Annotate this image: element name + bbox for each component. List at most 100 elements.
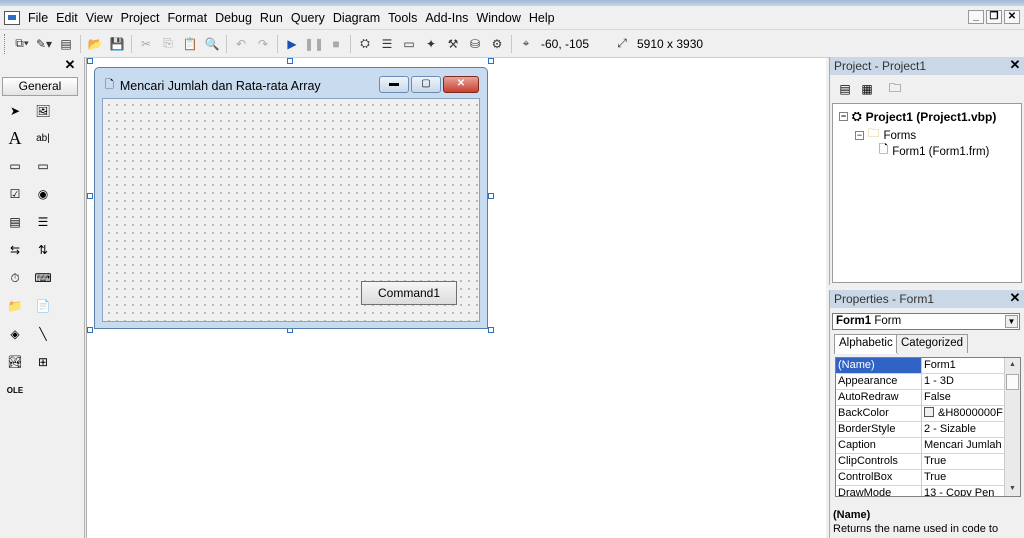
commandbutton-icon[interactable]: ▭ bbox=[32, 155, 54, 177]
properties-panel-close-icon[interactable]: ✕ bbox=[1008, 291, 1022, 305]
app-icon[interactable] bbox=[4, 10, 20, 25]
menu-window[interactable]: Window bbox=[472, 7, 524, 29]
menu-run[interactable]: Run bbox=[256, 7, 287, 29]
property-row[interactable]: ControlBox True bbox=[836, 470, 1006, 486]
object-browser-icon[interactable]: ✦ bbox=[420, 34, 442, 54]
object-selector[interactable]: Form1 Form ▼ bbox=[832, 313, 1020, 330]
scroll-down-icon[interactable]: ▼ bbox=[1005, 482, 1020, 496]
minimize-icon[interactable]: _ bbox=[968, 10, 984, 24]
property-row[interactable]: Caption Mencari Jumlah bbox=[836, 438, 1006, 454]
start-icon[interactable]: ▶ bbox=[281, 34, 303, 54]
find-icon[interactable]: 🔍 bbox=[201, 34, 223, 54]
save-project-icon[interactable]: 💾 bbox=[106, 34, 128, 54]
form1-window[interactable]: 🗋 Mencari Jumlah dan Rata-rata Array ▬ ▢… bbox=[94, 67, 488, 329]
optionbutton-icon[interactable]: ◉ bbox=[32, 183, 54, 205]
properties-window-icon[interactable]: ☰ bbox=[376, 34, 398, 54]
cut-icon[interactable]: ✂ bbox=[135, 34, 157, 54]
menu-query[interactable]: Query bbox=[287, 7, 329, 29]
data-icon[interactable]: ⊞ bbox=[32, 351, 54, 373]
resize-handle[interactable] bbox=[287, 58, 293, 64]
resize-handle[interactable] bbox=[87, 58, 93, 64]
menu-editor-icon[interactable]: ▤ bbox=[55, 34, 77, 54]
property-value[interactable]: 1 - 3D bbox=[922, 374, 1006, 389]
frame-icon[interactable]: ▭ bbox=[4, 155, 26, 177]
menu-edit[interactable]: Edit bbox=[52, 7, 82, 29]
form-client-area[interactable]: Command1 bbox=[102, 98, 480, 322]
data-view-icon[interactable]: ⛁ bbox=[464, 34, 486, 54]
restore-icon[interactable]: ❐ bbox=[986, 10, 1002, 24]
property-row[interactable]: AutoRedraw False bbox=[836, 390, 1006, 406]
menu-help[interactable]: Help bbox=[525, 7, 559, 29]
tree-node-project[interactable]: − ⛭ Project1 (Project1.vbp) bbox=[839, 109, 996, 124]
resize-handle[interactable] bbox=[488, 58, 494, 64]
project-explorer-icon[interactable]: ⛭ bbox=[354, 34, 376, 54]
add-project-icon[interactable]: ⧉▾ bbox=[11, 34, 33, 54]
toolbar-grip[interactable] bbox=[4, 33, 7, 54]
menu-view[interactable]: View bbox=[82, 7, 117, 29]
resize-handle[interactable] bbox=[87, 193, 93, 199]
tab-alphabetic[interactable]: Alphabetic bbox=[834, 334, 898, 354]
end-icon[interactable]: ■ bbox=[325, 34, 347, 54]
property-row[interactable]: (Name) Form1 bbox=[836, 358, 1006, 374]
checkbox-icon[interactable]: ☑ bbox=[4, 183, 26, 205]
form-minimize-icon[interactable]: ▬ bbox=[379, 76, 409, 93]
property-value[interactable]: True bbox=[922, 454, 1006, 469]
scroll-thumb[interactable] bbox=[1006, 374, 1019, 390]
menu-project[interactable]: Project bbox=[117, 7, 164, 29]
timer-icon[interactable]: ⏱ bbox=[4, 267, 26, 289]
paste-icon[interactable]: 📋 bbox=[179, 34, 201, 54]
listbox-icon[interactable]: ☰ bbox=[32, 211, 54, 233]
property-row[interactable]: Appearance 1 - 3D bbox=[836, 374, 1006, 390]
property-value[interactable]: True bbox=[922, 470, 1006, 485]
view-code-icon[interactable]: ▤ bbox=[834, 78, 856, 100]
shape-icon[interactable]: ◈ bbox=[4, 323, 26, 345]
menu-file[interactable]: File bbox=[24, 7, 52, 29]
property-row[interactable]: DrawMode 13 - Copy Pen bbox=[836, 486, 1006, 496]
scroll-up-icon[interactable]: ▲ bbox=[1005, 358, 1020, 372]
picturebox-icon[interactable]: 🖼 bbox=[32, 100, 54, 122]
drivelistbox-icon[interactable]: ⌨ bbox=[32, 267, 54, 289]
property-value[interactable]: False bbox=[922, 390, 1006, 405]
break-icon[interactable]: ❚❚ bbox=[303, 34, 325, 54]
vscrollbar-icon[interactable]: ⇅ bbox=[32, 239, 54, 261]
copy-icon[interactable]: ⎘ bbox=[157, 34, 179, 54]
hscrollbar-icon[interactable]: ⇆ bbox=[4, 239, 26, 261]
form-maximize-icon[interactable]: ▢ bbox=[411, 76, 441, 93]
command1-button[interactable]: Command1 bbox=[361, 281, 457, 305]
form-layout-icon[interactable]: ▭ bbox=[398, 34, 420, 54]
resize-handle[interactable] bbox=[87, 327, 93, 333]
redo-icon[interactable]: ↷ bbox=[252, 34, 274, 54]
ole-icon[interactable]: OLE bbox=[4, 379, 26, 401]
menu-add-ins[interactable]: Add-Ins bbox=[421, 7, 472, 29]
property-row[interactable]: BorderStyle 2 - Sizable bbox=[836, 422, 1006, 438]
filelistbox-icon[interactable]: 📄 bbox=[32, 295, 54, 317]
property-row[interactable]: BackColor &H8000000F bbox=[836, 406, 1006, 422]
resize-handle[interactable] bbox=[488, 193, 494, 199]
textbox-icon[interactable]: ab| bbox=[32, 127, 54, 149]
toolbox-tab-general[interactable]: General bbox=[2, 77, 78, 96]
combobox-icon[interactable]: ▤ bbox=[4, 211, 26, 233]
resize-handle[interactable] bbox=[488, 327, 494, 333]
toggle-folders-icon[interactable]: 🗀 bbox=[884, 78, 906, 100]
property-value[interactable]: 2 - Sizable bbox=[922, 422, 1006, 437]
form-close-icon[interactable]: ✕ bbox=[443, 76, 479, 93]
label-icon[interactable]: A bbox=[4, 127, 26, 149]
menu-diagram[interactable]: Diagram bbox=[329, 7, 384, 29]
open-project-icon[interactable]: 📂 bbox=[84, 34, 106, 54]
line-icon[interactable]: ╲ bbox=[32, 323, 54, 345]
pointer-icon[interactable]: ➤ bbox=[4, 100, 26, 122]
close-icon[interactable]: ✕ bbox=[1004, 10, 1020, 24]
property-value[interactable]: Form1 bbox=[922, 358, 1006, 373]
toolbox-close-icon[interactable]: ✕ bbox=[63, 58, 77, 72]
collapse-icon[interactable]: − bbox=[839, 112, 848, 121]
toolbox-icon[interactable]: ⚒ bbox=[442, 34, 464, 54]
menu-format[interactable]: Format bbox=[163, 7, 211, 29]
property-value[interactable]: 13 - Copy Pen bbox=[922, 486, 1006, 496]
tree-node-form1[interactable]: 🗋 Form1 (Form1.frm) bbox=[879, 142, 989, 161]
dirlistbox-icon[interactable]: 📁 bbox=[4, 295, 26, 317]
undo-icon[interactable]: ↶ bbox=[230, 34, 252, 54]
add-form-icon[interactable]: ✎▾ bbox=[33, 34, 55, 54]
property-grid-scrollbar[interactable]: ▲ ▼ bbox=[1004, 358, 1020, 496]
chevron-down-icon[interactable]: ▼ bbox=[1005, 315, 1018, 328]
collapse-icon[interactable]: − bbox=[855, 131, 864, 140]
